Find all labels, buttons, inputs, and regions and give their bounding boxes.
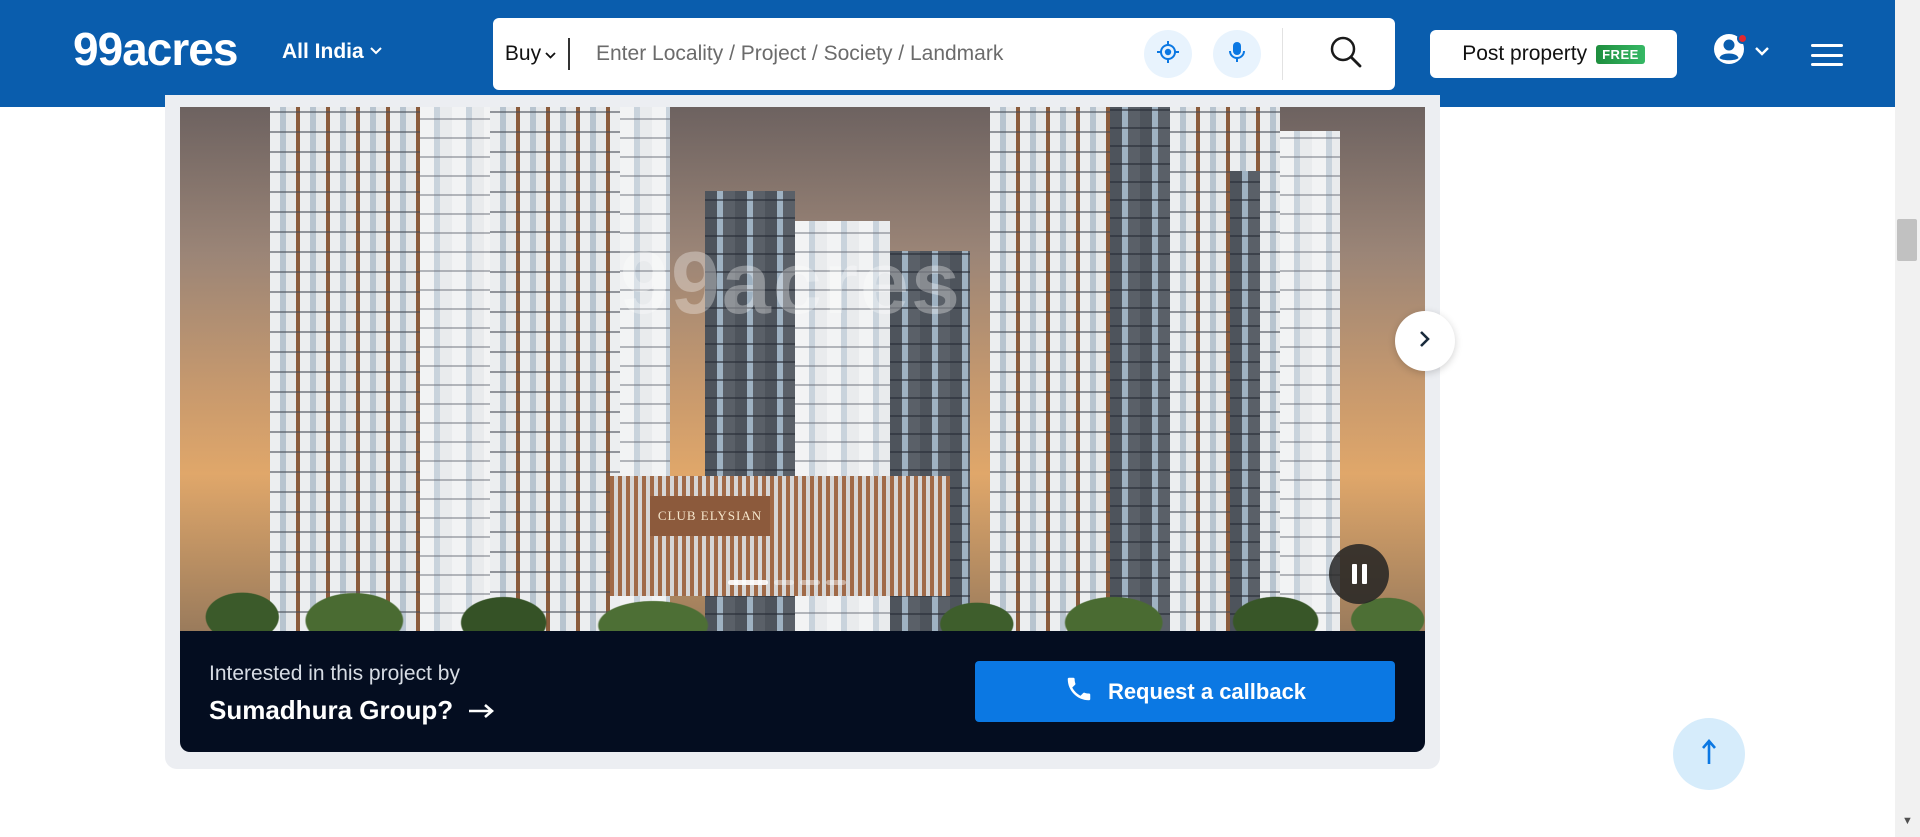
tower-render — [490, 107, 620, 631]
project-image[interactable]: CLUB ELYSIAN 99acres — [180, 107, 1425, 631]
phone-icon — [1064, 674, 1094, 710]
carousel-dot[interactable] — [774, 580, 794, 585]
region-selector[interactable]: All India — [282, 40, 382, 64]
hamburger-icon[interactable] — [1811, 44, 1843, 66]
notification-dot — [1737, 33, 1748, 44]
trees-render — [180, 561, 1425, 631]
builder-link[interactable]: Sumadhura Group? — [209, 695, 495, 726]
microphone-icon — [1226, 40, 1248, 69]
chevron-down-icon — [545, 47, 556, 62]
post-property-label: Post property — [1462, 42, 1588, 65]
search-mode-label: Buy — [504, 42, 542, 65]
request-callback-label: Request a callback — [1107, 678, 1307, 704]
pause-slideshow-button[interactable] — [1329, 544, 1389, 604]
carousel-dot[interactable] — [800, 580, 820, 585]
search-divider — [1282, 28, 1283, 80]
arrow-right-icon — [467, 695, 495, 726]
tower-render — [1280, 131, 1340, 631]
location-crosshair-icon — [1156, 40, 1180, 69]
next-slide-button[interactable] — [1395, 311, 1455, 371]
post-property-button[interactable]: Post property FREE — [1430, 30, 1677, 78]
user-account-icon — [1712, 32, 1748, 71]
search-input[interactable] — [570, 18, 1144, 90]
site-logo[interactable]: 99acres — [73, 22, 238, 76]
page-scrollbar[interactable] — [1895, 0, 1920, 837]
tower-render — [420, 107, 490, 631]
scrollbar-thumb[interactable] — [1897, 219, 1917, 261]
callback-banner: Interested in this project by Sumadhura … — [180, 631, 1425, 752]
chevron-down-icon — [1754, 43, 1770, 61]
search-mode-dropdown[interactable]: Buy — [493, 18, 568, 90]
arrow-up-icon — [1700, 738, 1718, 771]
search-icon — [1329, 35, 1363, 74]
region-label: All India — [282, 40, 364, 63]
interest-text: Interested in this project by — [209, 662, 460, 685]
image-watermark: 99acres — [620, 233, 962, 332]
scroll-down-icon[interactable]: ▼ — [1902, 815, 1913, 827]
site-header: 99acres All India Buy Enter Locality / P… — [0, 0, 1895, 107]
clubhouse-sign: CLUB ELYSIAN — [650, 496, 770, 536]
free-badge: FREE — [1596, 44, 1645, 64]
locate-me-button[interactable] — [1144, 30, 1192, 78]
tower-render — [1170, 107, 1280, 631]
request-callback-button[interactable]: Request a callback — [975, 661, 1395, 722]
carousel-dot[interactable] — [826, 580, 846, 585]
tower-render — [990, 107, 1110, 631]
tower-render — [1110, 107, 1170, 631]
carousel-indicators — [728, 580, 846, 585]
back-to-top-button[interactable] — [1673, 718, 1745, 790]
search-bar: Buy — [493, 18, 1395, 90]
pause-icon — [1351, 564, 1357, 584]
tower-render — [270, 107, 420, 631]
carousel-dot[interactable] — [728, 580, 768, 585]
chevron-right-icon — [1418, 329, 1432, 354]
user-menu[interactable] — [1712, 32, 1770, 71]
voice-search-button[interactable] — [1213, 30, 1261, 78]
search-button[interactable] — [1301, 18, 1391, 90]
project-gallery-card: CLUB ELYSIAN 99acres Interested in this … — [180, 107, 1425, 752]
chevron-down-icon — [369, 42, 382, 58]
builder-name: Sumadhura Group? — [209, 695, 454, 725]
